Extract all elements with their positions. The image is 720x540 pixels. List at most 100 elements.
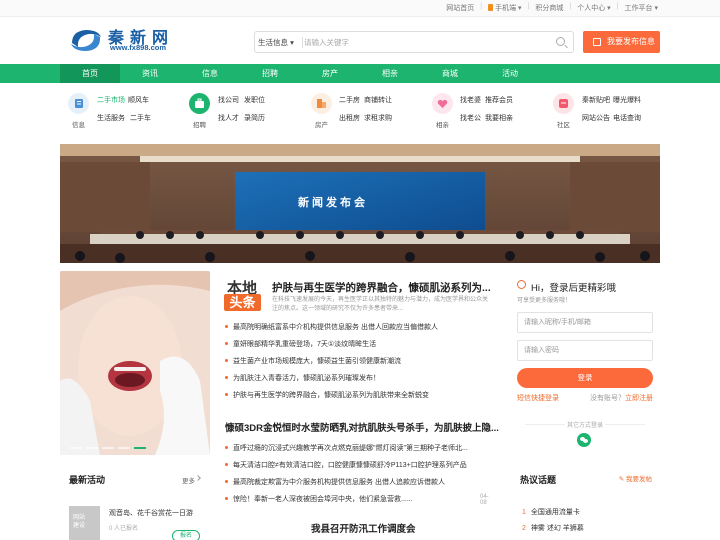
more-link[interactable]: 更多 [182, 475, 195, 485]
category-link[interactable]: 二手车 [130, 113, 151, 123]
headline-3-title[interactable]: 我县召开防汛工作调度会 [311, 521, 416, 535]
bullet [225, 446, 228, 449]
logo-mark-icon [71, 30, 101, 51]
category-link[interactable]: 找老公 [460, 113, 481, 123]
divider [302, 37, 303, 48]
headline-title[interactable]: 护肤与再生医学的跨界融合，慷硕肌泌系列为... [272, 280, 491, 295]
category-link[interactable]: 我要相亲 [485, 113, 513, 123]
category-link[interactable]: 找公司 [218, 95, 239, 105]
briefcase-icon[interactable] [189, 93, 210, 114]
topic-item[interactable]: 1 全国通用流量卡 [522, 507, 580, 517]
topic-item[interactable]: 2 神雾 述幻 羊狮慕 [522, 523, 584, 533]
category-link[interactable]: 推荐会员 [485, 95, 513, 105]
headline-2-title[interactable]: 慷硕3DR金悦恒时水莹防晒乳对抗肌肤头号杀手，为肌肤披上隐... [225, 420, 499, 434]
slideshow-image[interactable] [60, 271, 210, 455]
category-label: 社区 [557, 122, 570, 129]
nav-events[interactable]: 活动 [480, 64, 540, 83]
category-link[interactable]: 二手房 [339, 95, 360, 105]
info-icon[interactable] [68, 93, 89, 114]
nav-news[interactable]: 资讯 [120, 64, 180, 83]
top-link-home[interactable]: 网站首页 [446, 3, 474, 13]
username-field[interactable] [517, 312, 653, 333]
slide-dot[interactable] [102, 447, 114, 449]
other-login-label: 其它方式登录 [517, 420, 653, 429]
topic-text: 神雾 述幻 羊狮慕 [530, 525, 584, 532]
news-item-text: 护肤与再生医学的跨界融合，慷硕肌泌系列为肌肤带来全新蜕变 [233, 392, 429, 399]
top-link-mobile[interactable]: 手机端 ▾ [488, 3, 522, 13]
top-link-user-center[interactable]: 个人中心 ▾ [577, 3, 610, 13]
slide-dot[interactable] [70, 447, 82, 449]
search-input[interactable] [304, 35, 544, 50]
category-link[interactable]: 出租房 [339, 113, 360, 123]
category-link[interactable]: 生活服务 [97, 113, 125, 123]
latest-activity-panel: 最新活动 更多 网站 建设 观音岛、花千谷赏花一日游 0 人已报名 报名 [60, 470, 210, 540]
news-item-text: 为肌肤注入青春活力，慷硕肌泌系列璀璨发布！ [233, 375, 380, 382]
register-prompt: 没有账号？立即注册 [590, 393, 653, 403]
nav-dating[interactable]: 相亲 [360, 64, 420, 83]
category-link[interactable]: 顺风车 [128, 95, 149, 105]
sms-login-link[interactable]: 短信快捷登录 [517, 393, 559, 403]
hot-topics-title: 热议话题 [520, 475, 557, 485]
top-link-points-mall[interactable]: 积分商城 [535, 3, 563, 13]
main-nav: 首页 资讯 信息 招聘 房产 相亲 商城 活动 [0, 64, 720, 83]
local-headline-badge: 本地 头条 [224, 277, 264, 317]
category-link[interactable]: 录简历 [244, 113, 265, 123]
topic-rank: 2 [522, 525, 526, 532]
activity-title[interactable]: 观音岛、花千谷赏花一日游 [109, 508, 193, 518]
news-item-text: 直呼过瘾的沉浸式兴趣教学再次点燃克丽缇娜"燃灯阅读"第三期种子老师北... [233, 445, 468, 452]
nav-housing[interactable]: 房产 [300, 64, 360, 83]
signup-button[interactable]: 报名 [172, 530, 200, 540]
top-link-workbench[interactable]: 工作平台 ▾ [625, 3, 658, 13]
category-link[interactable]: 曝光爆料 [613, 95, 641, 105]
slide-dot[interactable] [86, 447, 98, 449]
divider: | [480, 3, 483, 10]
slide-dot[interactable] [118, 447, 130, 449]
nav-mall[interactable]: 商城 [420, 64, 480, 83]
nav-info[interactable]: 信息 [180, 64, 240, 83]
category-link[interactable]: 发职位 [244, 95, 265, 105]
search-icon[interactable] [556, 37, 565, 46]
bullet [225, 463, 228, 466]
community-icon[interactable] [553, 93, 574, 114]
top-link-mobile-label: 手机端 [495, 5, 517, 12]
nav-jobs[interactable]: 招聘 [240, 64, 300, 83]
bullet [225, 376, 228, 379]
wechat-login-icon[interactable] [577, 433, 591, 447]
category-link[interactable]: 秦新贴吧 [582, 95, 610, 105]
category-link[interactable]: 电话查询 [613, 113, 641, 123]
new-post-button[interactable]: ✎ 我要发帖 [619, 473, 652, 483]
category-label: 信息 [72, 122, 85, 129]
top-bar: 网站首页 | 手机端 ▾ | 积分商城 | 个人中心 ▾ | 工作平台 ▾ [0, 0, 720, 17]
no-account-text: 没有账号？ [590, 395, 625, 402]
category-link[interactable]: 找老婆 [460, 95, 481, 105]
portrait-photo [60, 271, 210, 455]
login-button[interactable]: 登录 [517, 368, 653, 388]
news-item-text: 益生菌产业市场规模庞大，慷硕益生菌引领健康新潮流 [233, 358, 401, 365]
category-info: 信息 二手市场 顺风车 生活服务 二手车 [68, 92, 178, 132]
topic-rank: 1 [522, 509, 526, 516]
register-link[interactable]: 立即注册 [625, 395, 653, 402]
slide-dot-active[interactable] [134, 447, 146, 449]
search-category-label: 生活信息 [258, 38, 288, 47]
building-icon[interactable] [311, 93, 332, 114]
banner-image[interactable]: 新闻发布会 [60, 144, 660, 263]
nav-home[interactable]: 首页 [60, 64, 120, 83]
category-link[interactable]: 商铺转让 [364, 95, 392, 105]
logo-url: www.fx898.com [110, 43, 166, 52]
post-info-button[interactable]: 我要发布信息 [583, 31, 660, 53]
bullet [225, 497, 228, 500]
activity-thumbnail[interactable]: 网站 建设 [69, 506, 100, 540]
news-item-text: 每天清洁口腔≠有效清洁口腔，口腔健康慷慷硕舒冷P113+口腔护理系列产品 [233, 462, 467, 469]
category-link[interactable]: 找人才 [218, 113, 239, 123]
password-field[interactable] [517, 340, 653, 361]
banner-sign-text: 新闻发布会 [298, 197, 368, 209]
category-link[interactable]: 二手市场 [97, 95, 125, 105]
category-link[interactable]: 求租求购 [364, 113, 392, 123]
login-hint: 可享受更多服务哦！ [517, 298, 572, 304]
site-logo[interactable]: 秦新网 www.fx898.com [68, 25, 198, 57]
hot-topics-panel: 热议话题 ✎ 我要发帖 1 全国通用流量卡 2 神雾 述幻 羊狮慕 [517, 470, 660, 540]
category-link[interactable]: 网站公告 [582, 113, 610, 123]
bullet [225, 342, 228, 345]
heart-icon[interactable] [432, 93, 453, 114]
headline-summary: 在科技飞速发展的今天，再生医学正以其独特的魅力与潜力，成为医学界和公众关注的焦点… [272, 297, 489, 312]
